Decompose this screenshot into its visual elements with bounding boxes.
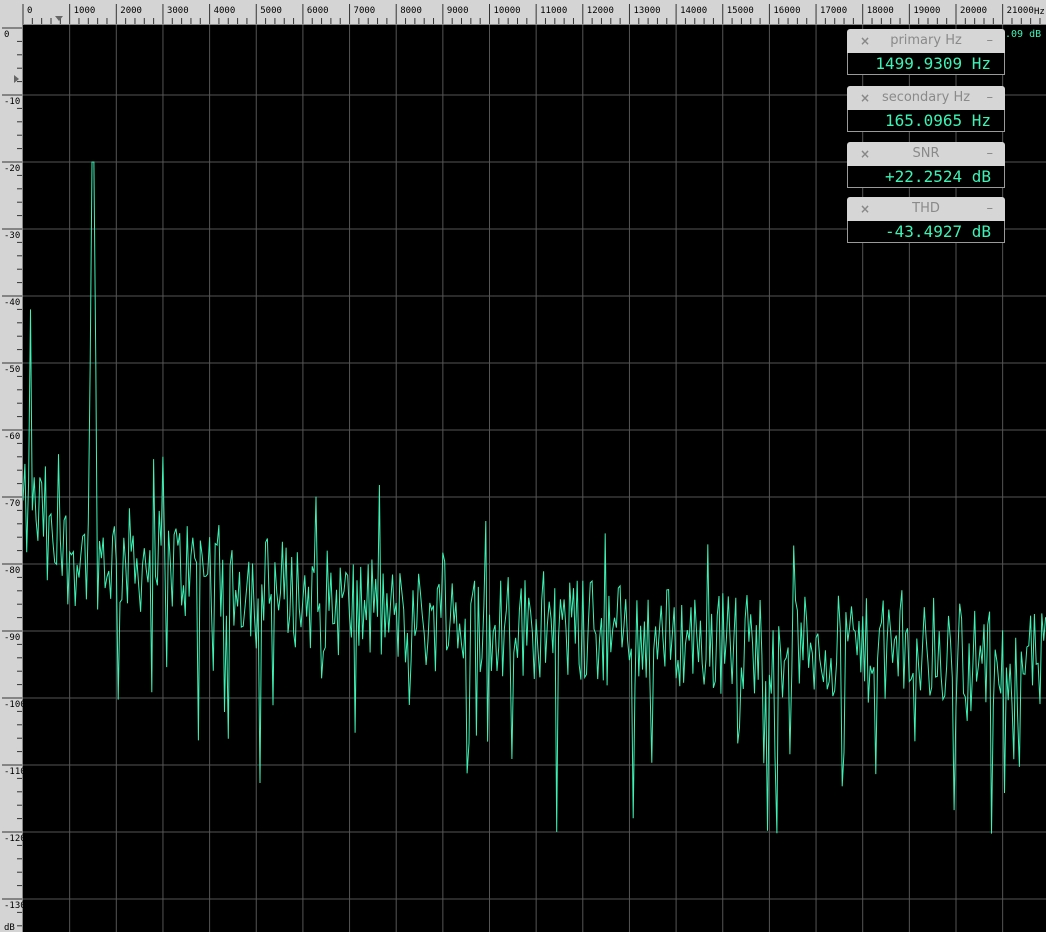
meter-primary-hz[interactable]: × primary Hz – 1499.9309 Hz <box>847 29 1005 77</box>
close-icon[interactable]: × <box>860 142 870 166</box>
meter-secondary-hz[interactable]: × secondary Hz – 165.0965 Hz <box>847 86 1005 134</box>
meter-snr[interactable]: × SNR – +22.2524 dB <box>847 142 1005 190</box>
meter-label: primary Hz <box>890 33 962 48</box>
close-icon[interactable]: × <box>860 197 870 221</box>
meter-value: 1499.9309 Hz <box>847 53 1005 75</box>
meter-header[interactable]: × THD – <box>847 197 1005 221</box>
meter-header[interactable]: × secondary Hz – <box>847 86 1005 110</box>
meter-value: +22.2524 dB <box>847 166 1005 188</box>
frequency-ruler[interactable] <box>0 0 1046 25</box>
minimize-icon[interactable]: – <box>987 197 994 221</box>
spectrum-trace <box>22 161 1046 834</box>
minimize-icon[interactable]: – <box>987 142 994 166</box>
corner-readout: .09 dB <box>1005 29 1042 40</box>
close-icon[interactable]: × <box>860 29 870 53</box>
meter-header[interactable]: × SNR – <box>847 142 1005 166</box>
spectrum-plot <box>22 25 1046 932</box>
minimize-icon[interactable]: – <box>987 29 994 53</box>
level-ruler[interactable] <box>0 24 23 932</box>
meter-thd[interactable]: × THD – -43.4927 dB <box>847 197 1005 245</box>
meter-label: secondary Hz <box>881 90 971 105</box>
meter-value: -43.4927 dB <box>847 221 1005 243</box>
minimize-icon[interactable]: – <box>987 86 994 110</box>
meter-label: SNR <box>912 146 940 161</box>
meter-header[interactable]: × primary Hz – <box>847 29 1005 53</box>
meter-label: THD <box>912 201 940 216</box>
meter-value: 165.0965 Hz <box>847 110 1005 132</box>
close-icon[interactable]: × <box>860 86 870 110</box>
